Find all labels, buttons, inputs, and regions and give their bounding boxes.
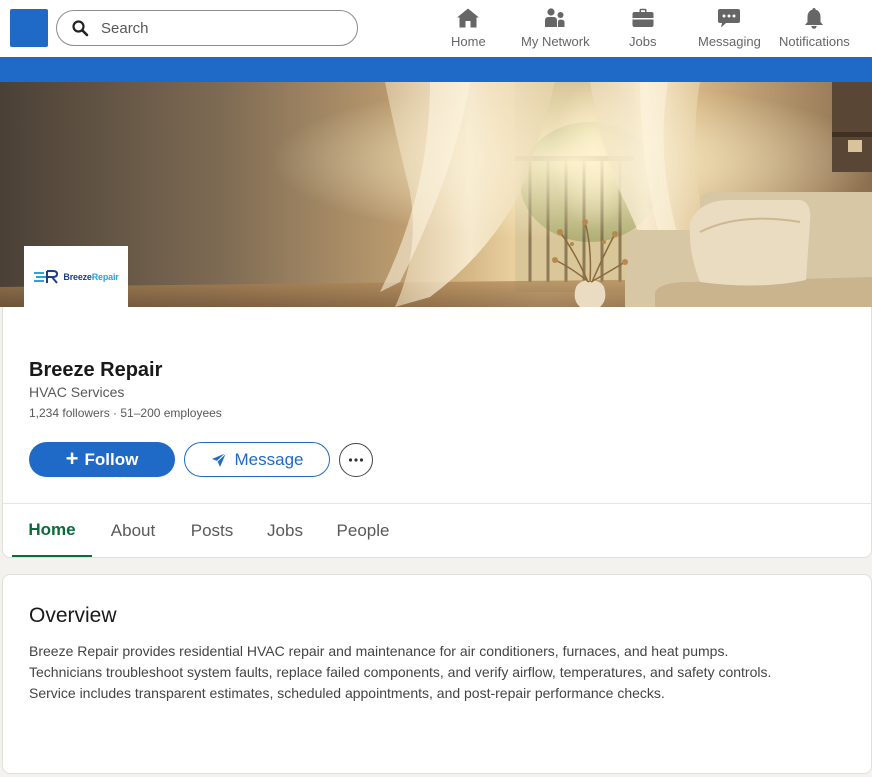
home-icon [457,8,480,28]
tab-jobs[interactable]: Jobs [257,504,313,557]
company-logo[interactable]: BreezeRepair [24,246,128,307]
tab-about[interactable]: About [98,504,168,557]
overview-title: Overview [29,604,117,627]
nav-notifications[interactable]: Notifications [779,6,850,52]
nav-jobs-label: Jobs [629,34,657,49]
nav-my-network-label: My Network [521,34,590,49]
tab-people[interactable]: People [327,504,399,557]
chat-icon [718,9,741,28]
company-logo-mark: BreezeRepair [33,269,119,285]
follow-button[interactable]: + Follow [29,442,175,477]
search-box[interactable] [56,10,358,46]
nav-jobs[interactable]: Jobs [629,6,656,52]
logo-text-part-1: Breeze [63,271,92,282]
message-button[interactable]: Message [184,442,330,477]
overview-line: Technicians troubleshoot system faults, … [29,664,772,680]
company-meta: 1,234 followers · 51–200 employees [29,406,222,420]
follow-button-label: Follow [84,449,139,469]
nav-messaging[interactable]: Messaging [698,6,761,52]
bell-icon [805,8,824,29]
briefcase-icon [632,8,654,27]
overview-card: Overview Breeze Repair provides resident… [2,574,872,774]
plus-icon: + [65,445,79,471]
more-icon [348,458,364,462]
nav-home[interactable]: Home [451,6,486,52]
overview-line: Service includes transparent estimates, … [29,685,665,701]
company-name: Breeze Repair [29,359,163,381]
cover-image [0,82,872,307]
top-nav-bar: Home My Network Jobs Messaging [0,0,872,57]
send-icon [211,452,226,467]
company-profile-card: Breeze Repair HVAC Services 1,234 follow… [2,307,872,558]
people-icon [545,8,565,27]
breeze-wind-icon [34,269,59,284]
nav-home-label: Home [451,34,486,49]
search-input[interactable] [101,19,341,37]
search-icon [72,20,89,37]
more-button[interactable] [339,443,373,477]
nav-messaging-label: Messaging [698,34,761,49]
nav-my-network[interactable]: My Network [521,6,590,52]
app-logo[interactable] [10,9,48,47]
company-logo-text: BreezeRepair [63,272,118,282]
tab-posts[interactable]: Posts [181,504,243,557]
overview-line: Breeze Repair provides residential HVAC … [29,643,729,659]
header-band [0,57,872,82]
company-tabs: Home About Posts Jobs People [3,504,871,557]
tab-home[interactable]: Home [12,504,92,557]
company-industry: HVAC Services [29,384,125,400]
overview-description: Breeze Repair provides residential HVAC … [29,641,859,704]
logo-text-part-2: Repair [91,271,119,282]
nav-notifications-label: Notifications [779,34,850,49]
message-button-label: Message [234,449,304,469]
